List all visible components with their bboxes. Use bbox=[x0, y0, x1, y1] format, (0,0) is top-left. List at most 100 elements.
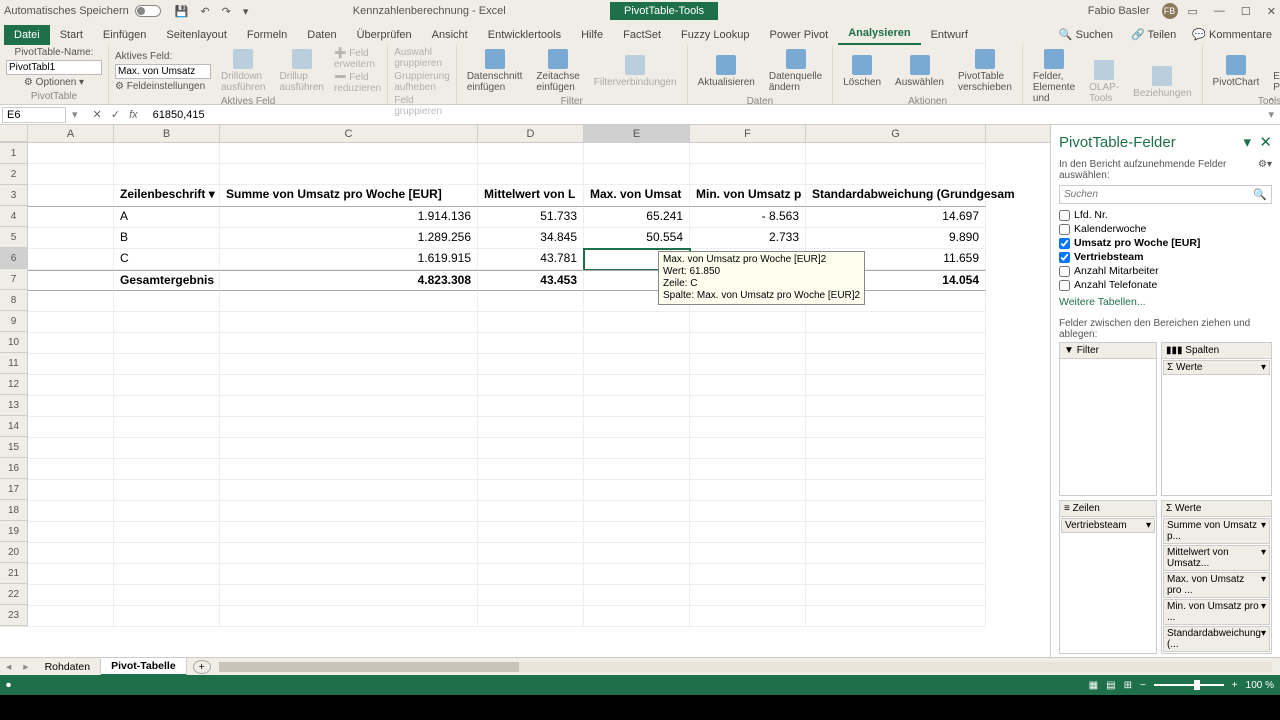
values-area[interactable]: Σ Werte Summe von Umsatz p...▾ Mittelwer… bbox=[1161, 500, 1272, 654]
tab-developer[interactable]: Entwicklertools bbox=[478, 25, 571, 45]
record-macro-icon[interactable]: ⏺ bbox=[6, 680, 11, 691]
title-bar: Automatisches Speichern 💾 ↶ ↷ ▾ Kennzahl… bbox=[0, 0, 1280, 22]
sheet-nav-next-icon[interactable]: ▸ bbox=[17, 661, 34, 673]
expand-formula-icon[interactable]: ▾ bbox=[1262, 108, 1280, 121]
col-E[interactable]: E bbox=[584, 125, 690, 142]
pivotfields-pane: PivotTable-Felder ▾ ✕ In den Bericht auf… bbox=[1050, 125, 1280, 657]
search-icon[interactable]: 🔍 bbox=[1253, 188, 1267, 201]
user-avatar[interactable]: FB bbox=[1162, 3, 1178, 19]
field-team[interactable]: Vertriebsteam bbox=[1059, 250, 1272, 264]
tab-start[interactable]: Start bbox=[50, 25, 93, 45]
tab-data[interactable]: Daten bbox=[297, 25, 346, 45]
tab-pagelayout[interactable]: Seitenlayout bbox=[156, 25, 237, 45]
table-row[interactable]: A 1.914.13651.733 65.241- 8.563 14.697 bbox=[28, 207, 1050, 228]
col-A[interactable]: A bbox=[28, 125, 114, 142]
zoom-out-icon[interactable]: − bbox=[1140, 680, 1146, 691]
tab-design[interactable]: Entwurf bbox=[921, 25, 978, 45]
table-row[interactable]: C 1.619.91543.781 015 11.659 bbox=[28, 249, 1050, 270]
activefield-label: Aktives Feld: bbox=[115, 51, 211, 62]
save-icon[interactable]: 💾 bbox=[175, 5, 189, 18]
field-mitarbeiter[interactable]: Anzahl Mitarbeiter bbox=[1059, 264, 1272, 278]
sheet-pivottabelle[interactable]: Pivot-Tabelle bbox=[101, 658, 187, 676]
share-button[interactable]: 🔗 Teilen bbox=[1123, 24, 1184, 45]
pagelayout-view-icon[interactable]: ▤ bbox=[1106, 680, 1115, 691]
zoom-slider[interactable] bbox=[1154, 684, 1224, 686]
table-row[interactable]: B 1.289.25634.845 50.5542.733 9.890 bbox=[28, 228, 1050, 249]
more-tables-link[interactable]: Weitere Tabellen... bbox=[1051, 292, 1280, 312]
field-search[interactable]: 🔍 bbox=[1059, 185, 1272, 204]
tab-help[interactable]: Hilfe bbox=[571, 25, 613, 45]
move-button[interactable]: PivotTable verschieben bbox=[954, 47, 1016, 95]
redo-icon[interactable]: ↷ bbox=[222, 5, 231, 18]
user-name[interactable]: Fabio Basler bbox=[1088, 5, 1150, 17]
horizontal-scrollbar[interactable] bbox=[219, 662, 1272, 672]
col-D[interactable]: D bbox=[478, 125, 584, 142]
expand-field[interactable]: ➕ Feld erweitern bbox=[334, 48, 381, 70]
enter-icon[interactable]: ✓ bbox=[111, 109, 120, 121]
field-umsatz[interactable]: Umsatz pro Woche [EUR] bbox=[1059, 236, 1272, 250]
sheet-rohdaten[interactable]: Rohdaten bbox=[35, 659, 102, 675]
slicer-button[interactable]: Datenschnitt einfügen bbox=[463, 47, 527, 95]
fx-icon[interactable]: fx bbox=[129, 109, 138, 121]
autosave-toggle[interactable]: Automatisches Speichern bbox=[4, 5, 161, 17]
search-input[interactable] bbox=[1064, 188, 1253, 201]
undo-icon[interactable]: ↶ bbox=[200, 5, 209, 18]
clear-button[interactable]: Löschen bbox=[839, 53, 885, 90]
refresh-button[interactable]: Aktualisieren bbox=[694, 53, 759, 90]
ribbon-display-icon[interactable]: ▭ bbox=[1188, 5, 1198, 18]
col-C[interactable]: C bbox=[220, 125, 478, 142]
activefield-input[interactable] bbox=[115, 64, 211, 79]
tab-factset[interactable]: FactSet bbox=[613, 25, 671, 45]
tab-powerpivot[interactable]: Power Pivot bbox=[760, 25, 839, 45]
options-button[interactable]: ⚙ Optionen ▾ bbox=[24, 77, 84, 88]
rows-area[interactable]: ≡ Zeilen Vertriebsteam▾ bbox=[1059, 500, 1157, 654]
comments-button[interactable]: 💬 Kommentare bbox=[1184, 24, 1280, 45]
pane-close-icon[interactable]: ✕ bbox=[1259, 134, 1272, 151]
col-B[interactable]: B bbox=[114, 125, 220, 142]
tab-insert[interactable]: Einfügen bbox=[93, 25, 156, 45]
search-tab[interactable]: 🔍 Suchen bbox=[1049, 24, 1123, 45]
select-all-corner[interactable] bbox=[0, 125, 28, 142]
grand-total-row[interactable]: Gesamtergebnis 4.823.30843.453 63 14.054 bbox=[28, 270, 1050, 291]
col-F[interactable]: F bbox=[690, 125, 806, 142]
changesource-button[interactable]: Datenquelle ändern bbox=[765, 47, 826, 95]
tab-analyze[interactable]: Analysieren bbox=[838, 23, 920, 45]
ptname-input[interactable] bbox=[6, 60, 102, 75]
add-sheet-button[interactable]: + bbox=[193, 660, 211, 674]
pivotchart-button[interactable]: PivotChart bbox=[1209, 53, 1264, 90]
pane-dropdown-icon[interactable]: ▾ bbox=[1244, 134, 1252, 151]
reduce-field[interactable]: ➖ Feld reduzieren bbox=[334, 72, 381, 94]
tab-file[interactable]: Datei bbox=[4, 25, 50, 45]
tab-review[interactable]: Überprüfen bbox=[347, 25, 422, 45]
normal-view-icon[interactable]: ▦ bbox=[1089, 680, 1098, 691]
minimize-icon[interactable]: — bbox=[1214, 5, 1225, 18]
cancel-icon[interactable]: ✕ bbox=[93, 109, 102, 121]
worksheet[interactable]: A B C D E F G 12345 678910 1112131415 16… bbox=[0, 125, 1050, 657]
field-telefonate[interactable]: Anzahl Telefonate bbox=[1059, 278, 1272, 292]
pagebreak-view-icon[interactable]: ⊞ bbox=[1124, 680, 1132, 691]
zoom-in-icon[interactable]: + bbox=[1232, 680, 1238, 691]
tab-view[interactable]: Ansicht bbox=[422, 25, 478, 45]
tab-formulas[interactable]: Formeln bbox=[237, 25, 297, 45]
gear-icon[interactable]: ⚙▾ bbox=[1258, 159, 1272, 181]
zoom-level[interactable]: 100 % bbox=[1246, 680, 1274, 691]
select-button[interactable]: Auswählen bbox=[891, 53, 948, 90]
field-lfdnr[interactable]: Lfd. Nr. bbox=[1059, 208, 1272, 222]
timeline-button[interactable]: Zeitachse einfügen bbox=[532, 47, 583, 95]
sheet-nav-prev-icon[interactable]: ◂ bbox=[0, 661, 17, 673]
toggle-switch[interactable] bbox=[135, 5, 161, 17]
rowlabels-header[interactable]: Zeilenbeschrift ▾ bbox=[114, 185, 220, 207]
filter-area[interactable]: ▼ Filter bbox=[1059, 342, 1157, 496]
close-icon[interactable]: ✕ bbox=[1267, 5, 1276, 18]
col-G[interactable]: G bbox=[806, 125, 986, 142]
formula-input[interactable]: 61850,415 bbox=[149, 108, 1263, 122]
recommended-button[interactable]: Empfohlene PivotTables bbox=[1269, 47, 1280, 95]
field-kw[interactable]: Kalenderwoche bbox=[1059, 222, 1272, 236]
columns-area[interactable]: ▮▮▮ Spalten Σ Werte▾ bbox=[1161, 342, 1272, 496]
maximize-icon[interactable]: ☐ bbox=[1241, 5, 1251, 18]
name-box[interactable]: E6 bbox=[2, 107, 66, 123]
namebox-dropdown-icon[interactable]: ▾ bbox=[68, 108, 82, 121]
collapse-ribbon-icon[interactable]: ⌃ bbox=[1267, 96, 1276, 109]
fieldsettings-button[interactable]: ⚙ Feldeinstellungen bbox=[115, 81, 211, 92]
tab-fuzzy[interactable]: Fuzzy Lookup bbox=[671, 25, 759, 45]
